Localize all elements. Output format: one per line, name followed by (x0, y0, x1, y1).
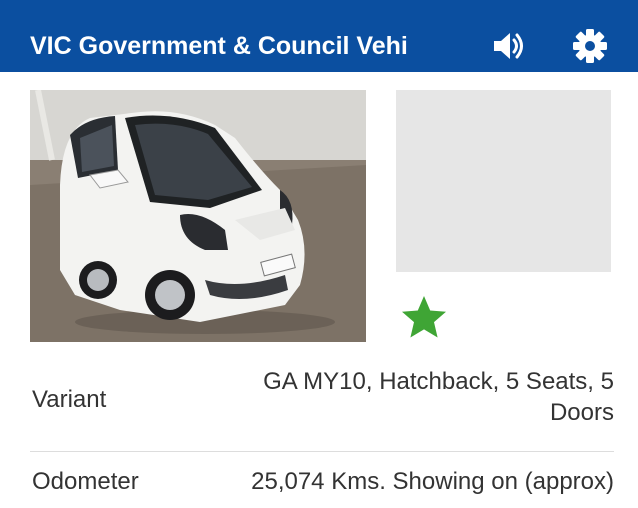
favorite-star-icon[interactable] (400, 294, 448, 342)
detail-value: GA MY10, Hatchback, 5 Seats, 5 Doors (263, 368, 614, 426)
detail-value: 25,074 Kms. Showing on (approx) (251, 468, 614, 495)
divider (30, 451, 614, 452)
header-title: VIC Government & Council Vehi (30, 32, 408, 60)
photo-placeholder[interactable] (396, 90, 611, 272)
detail-label: Odometer (32, 468, 139, 495)
vehicle-photo[interactable] (30, 90, 366, 342)
volume-icon[interactable] (490, 28, 526, 64)
detail-row-odometer: Odometer 25,074 Kms. Showing on (approx) (30, 466, 614, 502)
gear-icon[interactable] (572, 28, 608, 64)
app-header: VIC Government & Council Vehi (0, 0, 638, 72)
detail-label: Variant (32, 386, 107, 413)
detail-row-variant: Variant GA MY10, Hatchback, 5 Seats, 5 D… (30, 366, 614, 450)
